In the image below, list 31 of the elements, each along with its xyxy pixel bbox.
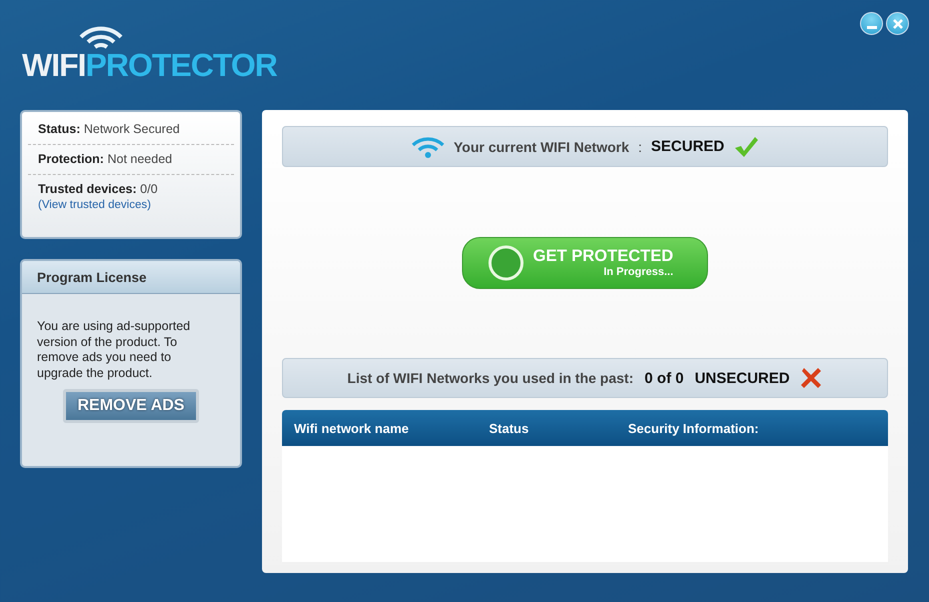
network-label: Your current WIFI Network	[454, 138, 630, 154]
wifi-icon	[410, 134, 445, 158]
status-label: Status:	[38, 122, 80, 136]
get-protected-button[interactable]: GET PROTECTED In Progress...	[462, 236, 708, 288]
cross-icon	[798, 366, 823, 390]
close-icon	[892, 18, 904, 30]
status-value: Network Secured	[84, 122, 180, 136]
status-value: Not needed	[107, 152, 172, 166]
view-devices-link[interactable]: (View trusted devices)	[38, 199, 151, 211]
minimize-button[interactable]	[860, 12, 883, 35]
network-count: 0 of 0	[644, 370, 684, 386]
progress-ring-icon	[487, 244, 525, 282]
license-text: You are using ad-supported version of the product. To remove ads you need to upgrade the product.	[37, 319, 192, 381]
check-icon	[733, 136, 760, 158]
column-header: Status	[489, 420, 530, 436]
column-header: Security Information:	[628, 420, 760, 436]
status-value: 0/0	[140, 182, 158, 196]
minimize-icon	[866, 26, 876, 29]
close-button[interactable]	[886, 12, 909, 35]
network-status: SECURED	[651, 138, 724, 155]
remove-ads-button[interactable]: REMOVE ADS	[62, 389, 200, 423]
card-title: Program License	[37, 270, 147, 284]
logo-text: PROTECTOR	[86, 47, 277, 83]
column-header: Wifi network name	[294, 420, 410, 436]
status-label: Trusted devices:	[38, 182, 137, 196]
logo-text: WIFI	[22, 47, 86, 83]
status-label: Protection:	[38, 152, 104, 166]
wifi-icon	[78, 25, 124, 49]
past-networks-label: List of WIFI Networks you used in the past:	[347, 370, 634, 386]
network-status: UNSECURED	[694, 370, 790, 386]
separator: :	[638, 138, 642, 154]
